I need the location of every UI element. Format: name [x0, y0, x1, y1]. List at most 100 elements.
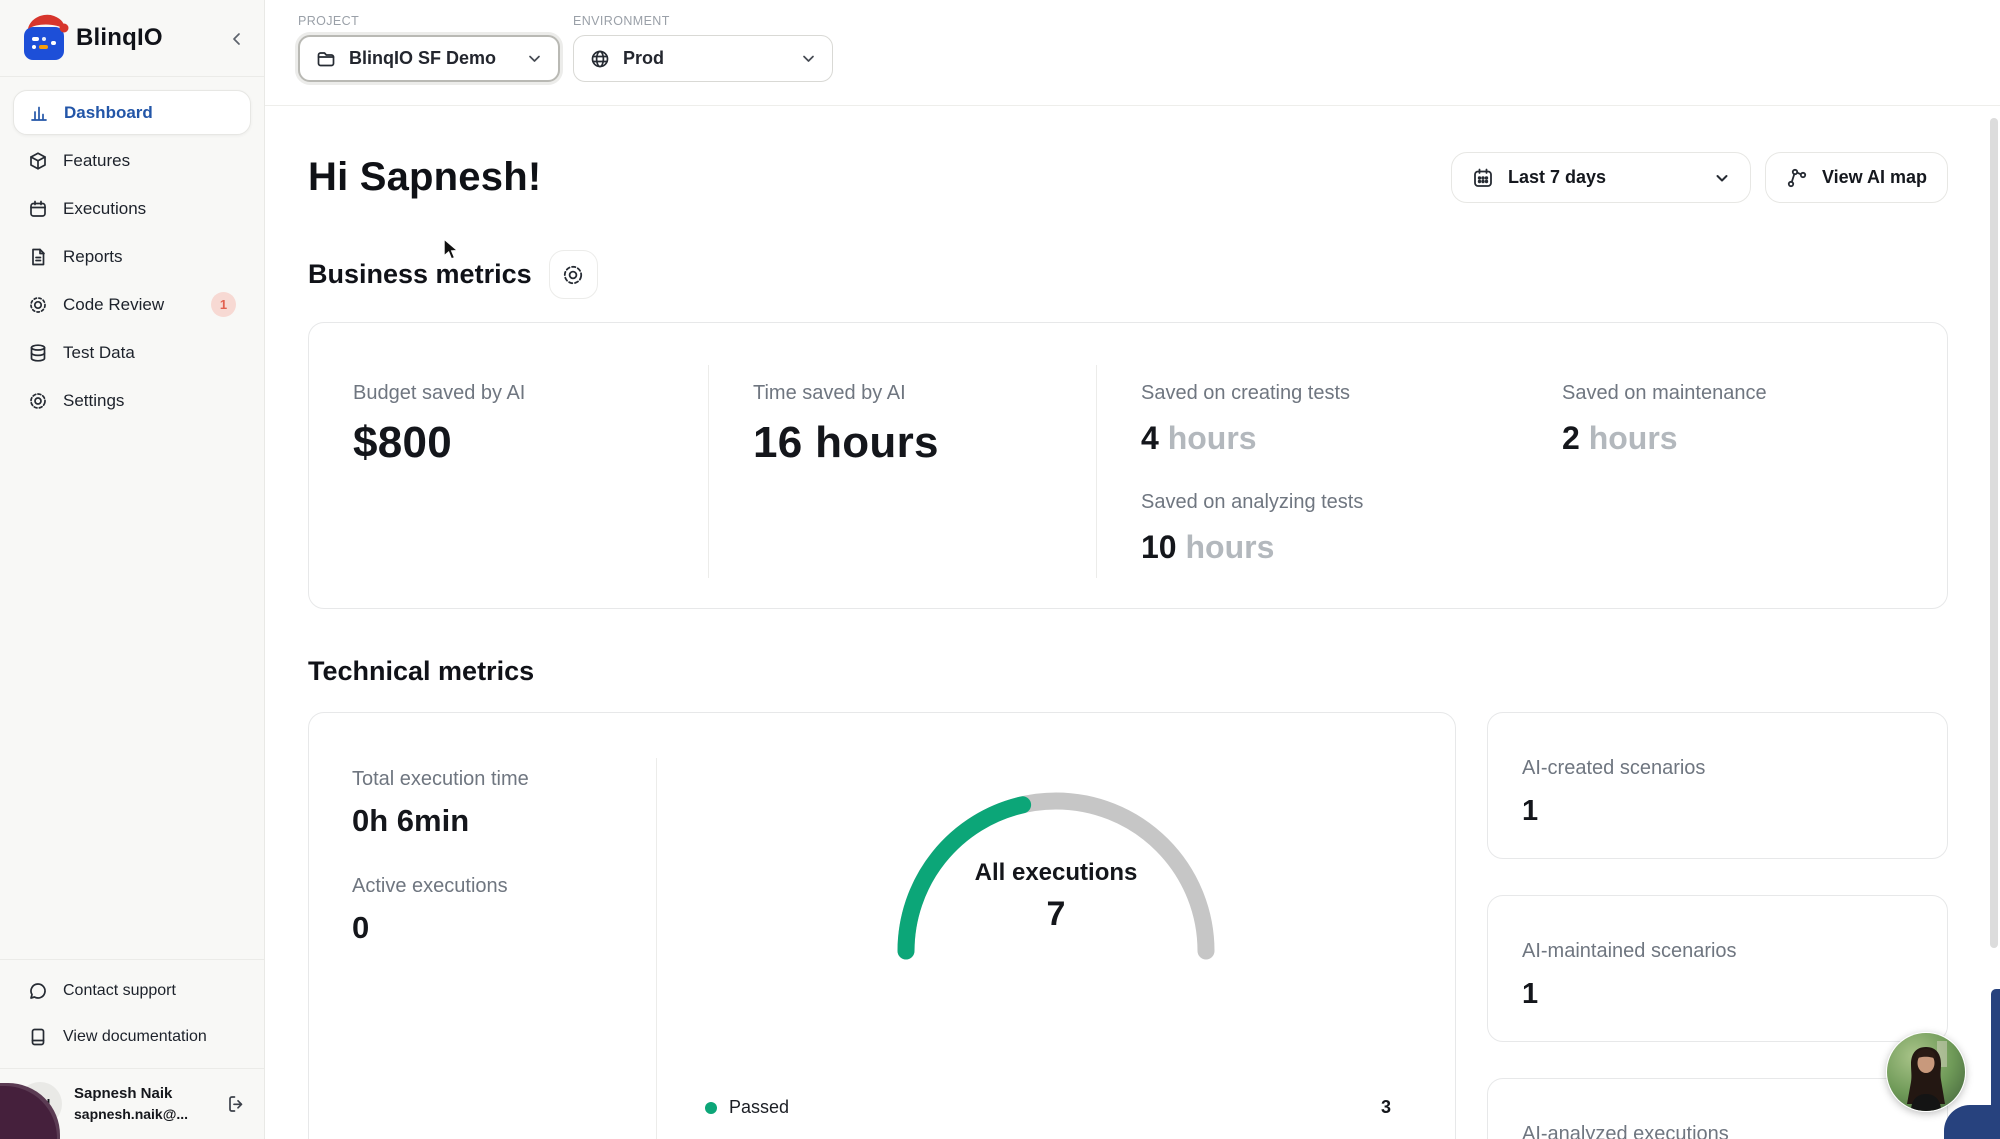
gauge-title: All executions	[866, 859, 1246, 887]
metric-label: Time saved by AI	[753, 382, 1096, 405]
technical-metrics-card: Total execution time 0h 6min Active exec…	[308, 712, 1456, 1139]
view-ai-map-button[interactable]: View AI map	[1765, 152, 1948, 203]
logout-button[interactable]	[226, 1094, 246, 1114]
footer-link-label: View documentation	[63, 1028, 207, 1046]
sidebar-item-label: Reports	[63, 247, 123, 267]
code-review-badge: 1	[211, 292, 236, 317]
executions-gauge-chart: All executions 7	[866, 771, 1246, 971]
metric-value: 4 hours	[1141, 420, 1518, 457]
calendar-icon	[1472, 167, 1494, 189]
metric-label: Total execution time	[352, 768, 657, 791]
metric-value: $800	[353, 418, 708, 468]
metric-label: Saved on creating tests	[1141, 382, 1518, 405]
gear-icon	[561, 263, 585, 287]
sidebar-item-executions[interactable]: Executions	[13, 186, 251, 231]
card-label: AI-maintained scenarios	[1522, 940, 1947, 963]
metric-saved-analyzing: Saved on analyzing tests 10 hours	[1141, 491, 1518, 566]
sidebar-item-dashboard[interactable]: Dashboard	[13, 90, 251, 135]
environment-label: ENVIRONMENT	[573, 14, 833, 28]
folder-icon	[316, 49, 336, 69]
chevron-down-icon	[801, 51, 816, 66]
ai-maintained-scenarios-card: AI-maintained scenarios 1	[1487, 895, 1948, 1042]
sidebar-item-features[interactable]: Features	[13, 138, 251, 183]
project-select[interactable]: BlinqIO SF Demo	[298, 35, 560, 82]
sidebar-item-label: Settings	[63, 391, 124, 411]
bar-chart-icon	[29, 103, 49, 123]
environment-value: Prod	[623, 48, 664, 69]
sidebar-collapse-button[interactable]	[226, 28, 248, 50]
package-icon	[28, 151, 48, 171]
sidebar-item-label: Executions	[63, 199, 146, 219]
execution-stats: Total execution time 0h 6min Active exec…	[309, 713, 657, 1139]
business-metrics-settings-button[interactable]	[549, 250, 598, 299]
card-value: 1	[1522, 795, 1947, 828]
project-value: BlinqIO SF Demo	[349, 48, 496, 69]
user-email: sapnesh.naik@...	[74, 1105, 188, 1124]
sidebar: BlinqIO Dashboard Features Executions Re…	[0, 0, 265, 1139]
card-label: AI-analyzed executions	[1522, 1123, 1947, 1139]
metric-value: 2 hours	[1562, 420, 1947, 457]
main-content: Hi Sapnesh! Last 7 days View AI map Busi…	[265, 106, 2000, 1139]
metric-value: 10 hours	[1141, 529, 1518, 566]
book-icon	[28, 1027, 48, 1047]
environment-select[interactable]: Prod	[573, 35, 833, 82]
mouse-cursor	[443, 238, 465, 262]
date-range-select[interactable]: Last 7 days	[1451, 152, 1751, 203]
contact-support-link[interactable]: Contact support	[13, 968, 251, 1014]
footer-link-label: Contact support	[63, 982, 176, 1000]
view-documentation-link[interactable]: View documentation	[13, 1014, 251, 1060]
sidebar-item-label: Dashboard	[64, 103, 153, 123]
chevron-down-icon	[527, 51, 542, 66]
ai-map-icon	[1786, 167, 1808, 189]
database-icon	[28, 343, 48, 363]
sidebar-item-label: Test Data	[63, 343, 135, 363]
legend-value-passed: 3	[1381, 1097, 1391, 1118]
logo-row: BlinqIO	[0, 0, 264, 76]
logout-icon	[226, 1094, 246, 1114]
legend-dot-passed	[705, 1102, 717, 1114]
business-metrics-card: Budget saved by AI $800 Time saved by AI…	[308, 322, 1948, 609]
metric-time-saved: Time saved by AI 16 hours	[709, 382, 1096, 608]
metric-saved-maintenance: Saved on maintenance 2 hours	[1518, 382, 1947, 608]
sidebar-item-label: Code Review	[63, 295, 164, 315]
blinqio-logo-icon	[18, 10, 70, 66]
ai-created-scenarios-card: AI-created scenarios 1	[1487, 712, 1948, 859]
sidebar-nav: Dashboard Features Executions Reports Co…	[0, 76, 264, 426]
page-greeting: Hi Sapnesh!	[308, 155, 541, 200]
topbar: PROJECT BlinqIO SF Demo ENVIRONMENT Prod	[265, 0, 2000, 106]
vertical-scrollbar[interactable]	[1990, 118, 1998, 948]
chevron-down-icon	[1714, 170, 1730, 186]
date-range-value: Last 7 days	[1508, 167, 1606, 188]
gauge-legend-row[interactable]: Passed 3	[657, 1097, 1455, 1118]
project-label: PROJECT	[298, 14, 560, 28]
card-label: AI-created scenarios	[1522, 757, 1947, 780]
corner-widget-navy	[1944, 1105, 2000, 1139]
sidebar-item-test-data[interactable]: Test Data	[13, 330, 251, 375]
chat-bubble-icon	[28, 981, 48, 1001]
ai-stat-cards: AI-created scenarios 1 AI-maintained sce…	[1487, 712, 1948, 1139]
globe-icon	[590, 49, 610, 69]
executions-gauge-panel: All executions 7 Passed 3	[657, 713, 1455, 1139]
code-review-gear-icon	[28, 295, 48, 315]
metric-label: Saved on maintenance	[1562, 382, 1947, 405]
user-name: Sapnesh Naik	[74, 1084, 188, 1104]
metric-label: Saved on analyzing tests	[1141, 491, 1518, 514]
metric-budget-saved: Budget saved by AI $800	[309, 382, 708, 608]
sidebar-item-reports[interactable]: Reports	[13, 234, 251, 279]
gear-icon	[28, 391, 48, 411]
total-execution-time-value: 0h 6min	[352, 803, 657, 839]
assistant-video-avatar[interactable]	[1886, 1032, 1966, 1112]
sidebar-item-settings[interactable]: Settings	[13, 378, 251, 423]
calendar-icon	[28, 199, 48, 219]
ai-analyzed-executions-card: AI-analyzed executions	[1487, 1078, 1948, 1139]
business-metrics-title: Business metrics	[308, 259, 532, 290]
gauge-total-value: 7	[866, 895, 1246, 934]
app-title: BlinqIO	[76, 24, 163, 52]
card-value: 1	[1522, 978, 1947, 1011]
metric-label: Budget saved by AI	[353, 382, 708, 405]
metric-label: Active executions	[352, 875, 657, 898]
metric-saved-creating: Saved on creating tests 4 hours Saved on…	[1097, 382, 1518, 608]
sidebar-item-code-review[interactable]: Code Review 1	[13, 282, 251, 327]
technical-metrics-title: Technical metrics	[308, 656, 1948, 687]
chevron-left-icon	[230, 32, 244, 46]
